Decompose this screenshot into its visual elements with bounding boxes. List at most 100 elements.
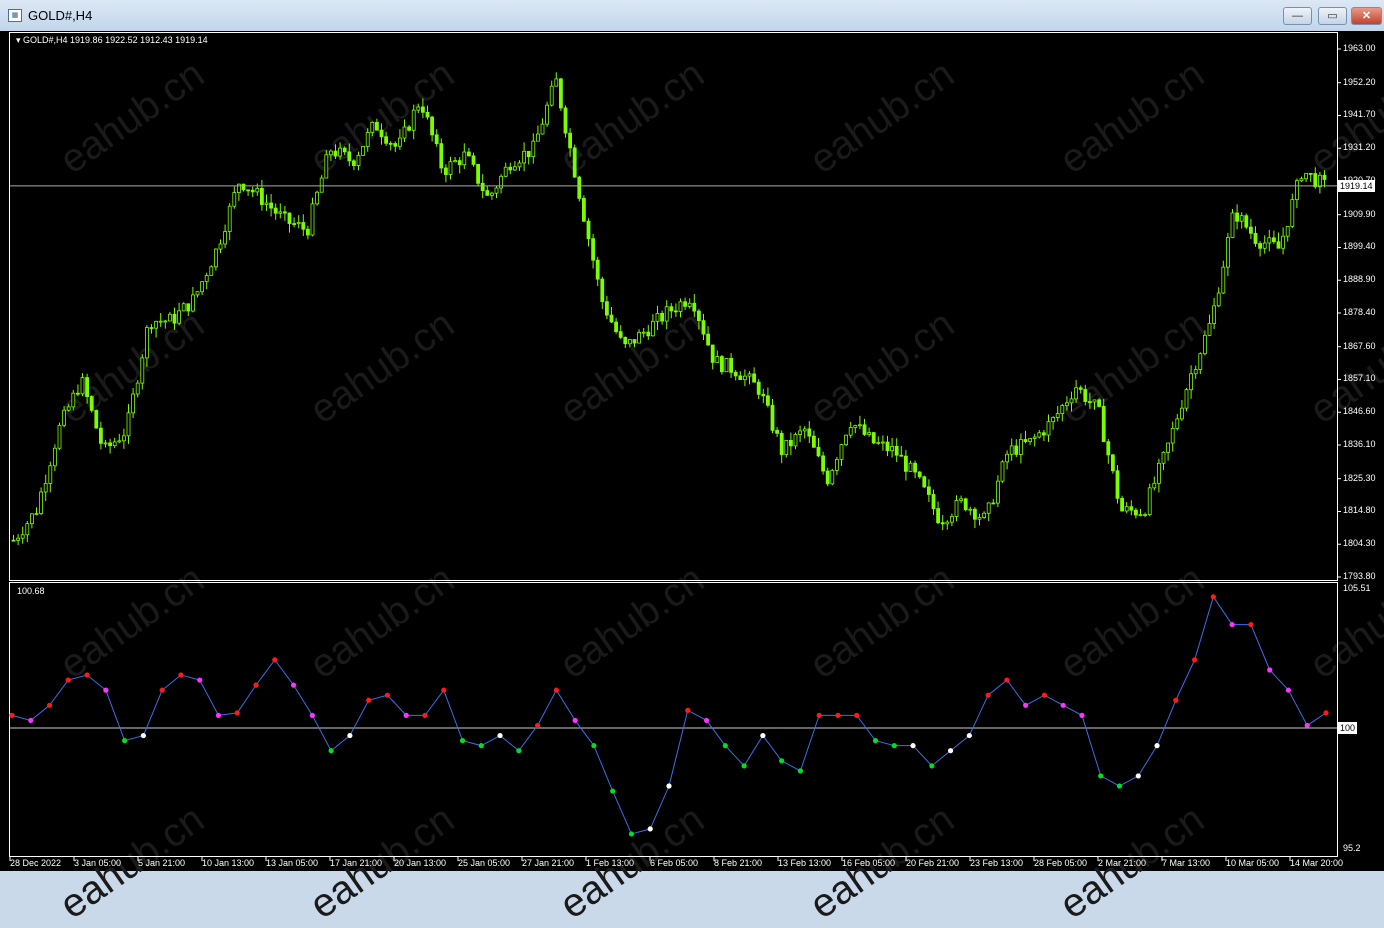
indicator-point	[84, 672, 90, 678]
maximize-button[interactable]: ▭	[1318, 7, 1347, 25]
indicator-level-tag: 100	[1338, 722, 1358, 734]
candle-body	[1267, 237, 1272, 244]
candle-body	[996, 480, 1000, 504]
candle-body	[1216, 292, 1221, 307]
candle-body	[503, 166, 508, 177]
candle-body	[246, 189, 251, 192]
indicator-point	[816, 712, 822, 718]
indicator-point	[366, 697, 372, 703]
chart-canvas[interactable]	[0, 31, 1384, 871]
indicator-point	[854, 712, 860, 718]
candle-body	[931, 494, 936, 509]
indicator-point	[159, 687, 165, 693]
candle-body	[522, 150, 526, 164]
candle-body	[812, 435, 816, 448]
candle-body	[1129, 506, 1134, 511]
candle-body	[434, 134, 439, 145]
candle-body	[1046, 421, 1051, 436]
candle-body	[370, 121, 375, 133]
candle-body	[1060, 405, 1065, 414]
candle-body	[853, 425, 858, 428]
candle-body	[1207, 323, 1212, 336]
candle-body	[1276, 241, 1281, 249]
candle-body	[384, 136, 389, 144]
candle-body	[393, 143, 398, 147]
candle-body	[213, 248, 218, 268]
indicator-point	[685, 707, 691, 713]
candle-body	[131, 393, 136, 414]
time-axis-label: 20 Feb 21:00	[906, 858, 960, 868]
indicator-point	[9, 712, 15, 718]
time-axis-label: 10 Mar 05:00	[1226, 858, 1280, 868]
candle-body	[844, 434, 848, 446]
candle-body	[1170, 427, 1175, 444]
indicator-point	[384, 692, 391, 698]
price-axis-label: 1846.60	[1343, 406, 1376, 417]
candle-body	[536, 133, 540, 142]
chart-area[interactable]: eahub.cn eahub.cn eahub.cn eahub.cn eahub.cn…	[0, 31, 1384, 927]
close-button[interactable]: ✕	[1351, 7, 1382, 25]
candle-body	[605, 301, 609, 316]
candle-body	[117, 440, 122, 443]
candle-body	[1111, 454, 1115, 472]
candle-body	[439, 143, 444, 169]
candle-body	[278, 211, 283, 214]
candle-body	[333, 150, 338, 157]
indicator-point	[253, 682, 259, 688]
candle-body	[388, 142, 393, 145]
indicator-point	[1173, 697, 1179, 703]
price-axis-label: 1878.40	[1343, 307, 1376, 317]
candle-body	[743, 375, 747, 381]
chart-window-icon: ▦	[8, 9, 22, 22]
candle-body	[1161, 451, 1166, 464]
candle-body	[361, 146, 366, 156]
minimize-button[interactable]: —	[1283, 7, 1312, 25]
indicator-point	[703, 717, 710, 724]
candle-body	[563, 107, 568, 134]
candle-body	[16, 537, 21, 541]
time-axis-label: 20 Jan 13:00	[394, 858, 447, 868]
candle-body	[420, 106, 425, 113]
candle-body	[830, 469, 835, 485]
candle-body	[1074, 387, 1078, 400]
candle-body	[1124, 506, 1129, 512]
candle-body	[986, 502, 991, 514]
candle-body	[1023, 439, 1028, 442]
candle-body	[1005, 453, 1009, 463]
candle-body	[328, 150, 333, 156]
indicator-point	[1285, 687, 1292, 693]
candle-body	[62, 409, 66, 426]
indicator-point	[591, 743, 597, 749]
indicator-point	[966, 732, 972, 739]
candle-body	[968, 508, 973, 511]
candle-body	[135, 382, 140, 395]
candle-body	[1230, 212, 1235, 238]
candle-body	[149, 327, 154, 329]
candle-body	[991, 502, 996, 505]
candle-body	[282, 211, 287, 214]
indicator-point	[1060, 702, 1066, 708]
candle-body	[729, 357, 733, 373]
candle-body	[351, 160, 356, 166]
candle-body	[835, 459, 839, 471]
candle-body	[779, 432, 784, 455]
indicator-point	[103, 687, 109, 693]
candle-body	[733, 371, 738, 377]
candle-body	[342, 147, 347, 153]
candle-body	[807, 428, 812, 437]
candle-body	[821, 455, 825, 472]
candle-body	[1318, 174, 1322, 188]
candle-body	[687, 302, 692, 307]
candle-body	[1299, 178, 1304, 182]
candle-body	[641, 331, 646, 334]
candle-body	[724, 357, 729, 373]
price-axis-label: 1804.30	[1343, 538, 1376, 549]
indicator-point	[140, 732, 146, 739]
candle-body	[540, 123, 545, 135]
candle-body	[1083, 389, 1088, 402]
indicator-point	[929, 763, 935, 769]
candle-body	[1014, 445, 1019, 455]
candle-body	[945, 521, 950, 525]
candle-body	[167, 313, 172, 322]
candle-body	[977, 517, 982, 520]
